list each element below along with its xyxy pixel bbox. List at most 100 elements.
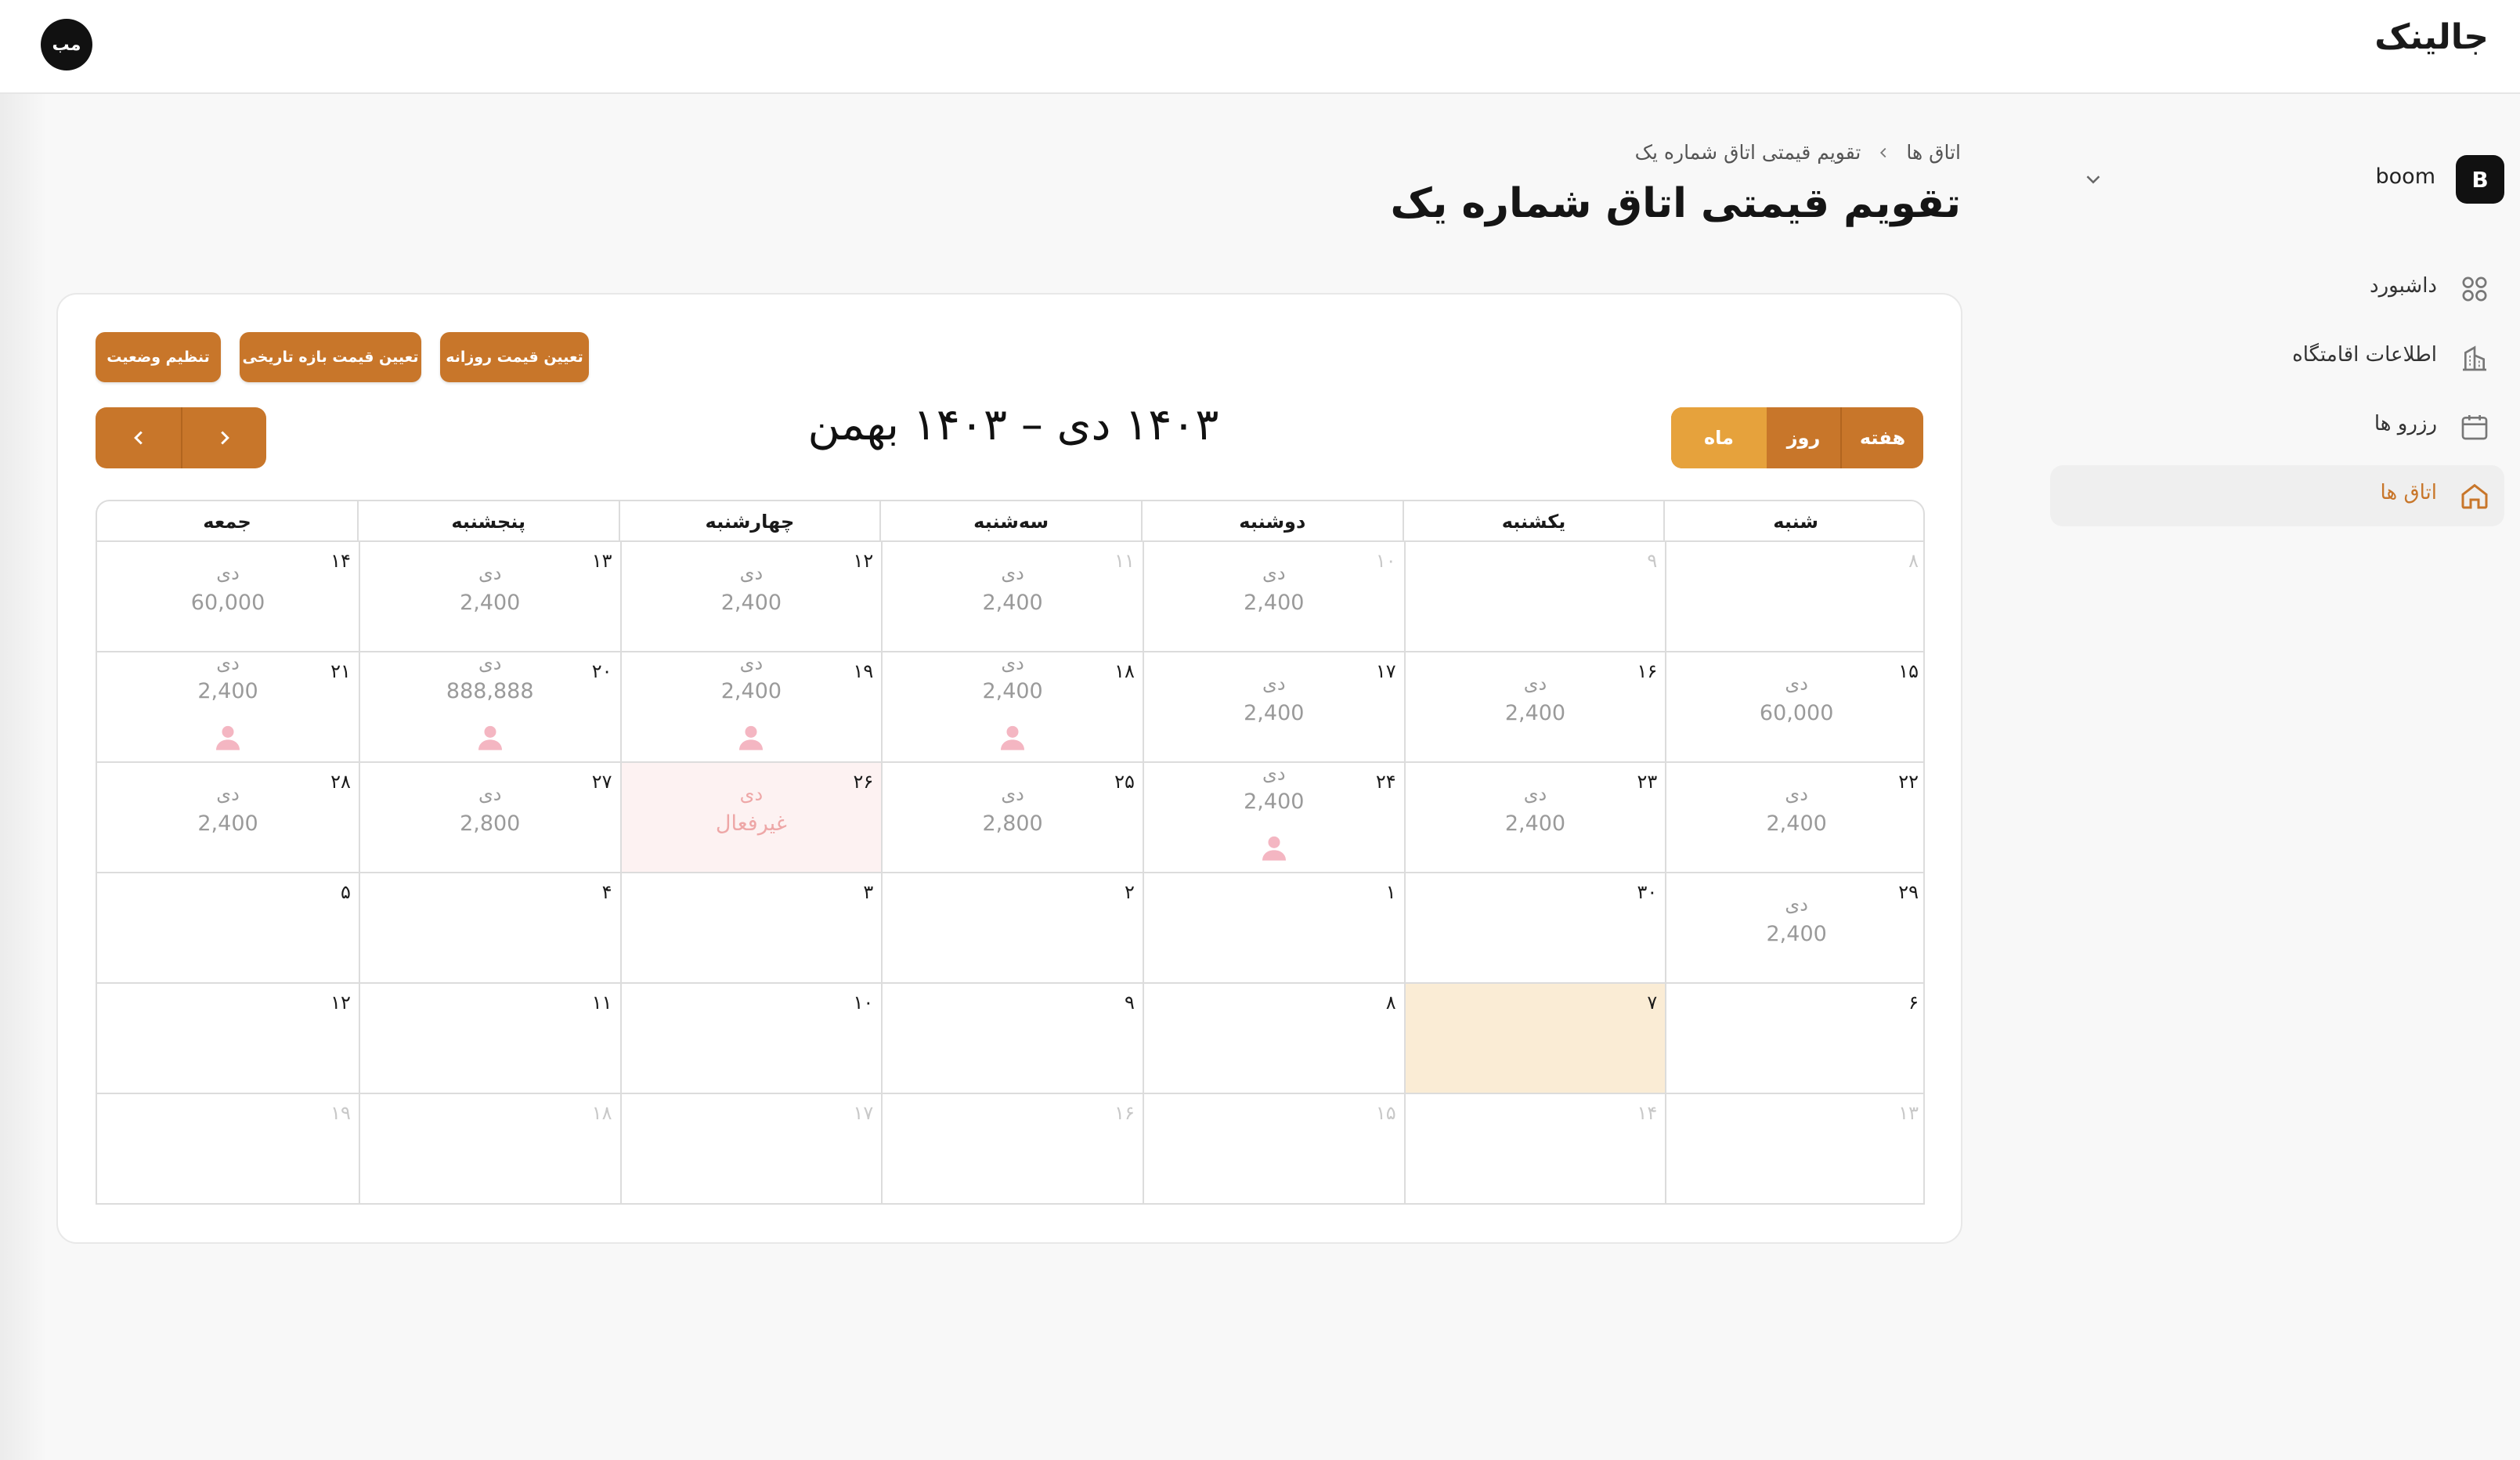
day-number: ۳۰ bbox=[1637, 881, 1658, 903]
sidebar-item-label: اتاق ها bbox=[2380, 481, 2437, 504]
cell-month-label: دی bbox=[478, 562, 502, 584]
calendar-day-cell-today[interactable]: ۷ bbox=[1403, 984, 1666, 1094]
calendar-range-title: ۱۴۰۳ دی – ۱۴۰۳ بهمن bbox=[807, 399, 1219, 450]
day-number: ۲ bbox=[1125, 881, 1135, 903]
calendar-day-cell[interactable]: ۸ bbox=[1665, 542, 1923, 652]
sidebar-item-label: اطلاعات اقامتگاه bbox=[2292, 343, 2437, 367]
chevron-down-icon[interactable] bbox=[2081, 168, 2105, 191]
day-number: ۱۴ bbox=[1637, 1102, 1658, 1124]
cell-month-label: دی bbox=[1262, 763, 1286, 785]
calendar-day-cell[interactable]: ۱۱ دی 2,400 bbox=[881, 542, 1143, 652]
calendar-day-cell[interactable]: ۱۶ دی 2,400 bbox=[1403, 652, 1666, 763]
calendar-day-cell[interactable]: ۲۴ دی 2,400 bbox=[1142, 763, 1404, 873]
day-number: ۸ bbox=[1385, 992, 1396, 1014]
calendar-day-cell[interactable]: ۱۷ دی 2,400 bbox=[1142, 652, 1404, 763]
calendar-day-cell[interactable]: ۱۰ bbox=[619, 984, 882, 1094]
calendar-day-cell[interactable]: ۱۹ دی 2,400 bbox=[619, 652, 882, 763]
cell-month-label: دی bbox=[739, 562, 764, 584]
set-range-price-button[interactable]: تعیین قیمت بازه تاریخی bbox=[240, 332, 421, 382]
calendar-day-cell[interactable]: ۲۹ دی 2,400 bbox=[1665, 873, 1923, 984]
cell-month-label: دی bbox=[739, 783, 764, 805]
cell-month-label: دی bbox=[216, 652, 240, 674]
view-week-button[interactable]: هفته bbox=[1842, 407, 1923, 468]
calendar-day-cell[interactable]: ۱۲ bbox=[97, 984, 359, 1094]
view-day-button[interactable]: روز bbox=[1767, 407, 1842, 468]
calendar-day-cell[interactable]: ۳۰ bbox=[1403, 873, 1666, 984]
cell-month-label: دی bbox=[1785, 783, 1808, 805]
calendar-day-cell[interactable]: ۱۸ دی 2,400 bbox=[881, 652, 1143, 763]
weekday-label: جمعه bbox=[97, 501, 359, 542]
calendar-day-cell[interactable]: ۸ bbox=[1142, 984, 1404, 1094]
calendar-day-cell[interactable]: ۶ bbox=[1665, 984, 1923, 1094]
day-number: ۱۳ bbox=[1898, 1102, 1919, 1124]
calendar-day-cell[interactable]: ۱۵ bbox=[1142, 1094, 1404, 1203]
calendar-day-cell[interactable]: ۲ bbox=[881, 873, 1143, 984]
day-number: ۱۲ bbox=[330, 992, 351, 1014]
calendar-day-cell[interactable]: ۱۱ bbox=[358, 984, 620, 1094]
day-number: ۱۰ bbox=[853, 992, 874, 1014]
guest-icon bbox=[1001, 725, 1025, 750]
weekday-header: شنبه یکشنبه دوشنبه سه‌شنبه چهارشنبه پنجش… bbox=[97, 501, 1923, 542]
cell-status-label: غیرفعال bbox=[715, 811, 787, 836]
calendar-day-cell[interactable]: ۱۰ دی 2,400 bbox=[1142, 542, 1404, 652]
cell-month-label: دی bbox=[1523, 783, 1547, 805]
day-number: ۵ bbox=[340, 881, 351, 903]
calendar-day-cell[interactable]: ۲۲ دی 2,400 bbox=[1665, 763, 1923, 873]
brand-logo[interactable]: جالینک bbox=[2374, 17, 2489, 57]
set-status-button[interactable]: تنظیم وضعیت bbox=[96, 332, 221, 382]
cell-price-label: 2,400 bbox=[720, 591, 782, 615]
cell-price-label: 2,400 bbox=[197, 811, 258, 836]
cell-price-label: 2,400 bbox=[1766, 922, 1827, 946]
calendar-day-cell[interactable]: ۲۳ دی 2,400 bbox=[1403, 763, 1666, 873]
calendar-day-cell[interactable]: ۱۳ bbox=[1665, 1094, 1923, 1203]
weekday-label: یکشنبه bbox=[1404, 501, 1666, 542]
set-daily-price-button[interactable]: تعیین قیمت روزانه bbox=[440, 332, 589, 382]
calendar-day-cell[interactable]: ۱۳ دی 2,400 bbox=[358, 542, 620, 652]
calendar-day-cell[interactable]: ۱۶ bbox=[881, 1094, 1143, 1203]
sidebar-item-property-info[interactable]: اطلاعات اقامتگاه bbox=[2050, 327, 2504, 388]
calendar-day-cell[interactable]: ۴ bbox=[358, 873, 620, 984]
guest-icon bbox=[478, 725, 502, 750]
calendar-days: ۸ ۹ ۱۰ دی 2,400 ۱۱ دی 2,400 ۱۲ دی 2,400 ۱۳ دی 2,400 ۱۴… bbox=[97, 542, 1923, 1203]
sidebar-item-bookings[interactable]: رزرو ها bbox=[2050, 396, 2504, 457]
calendar-day-cell[interactable]: ۹ bbox=[1403, 542, 1666, 652]
breadcrumb-parent[interactable]: اتاق ها bbox=[1906, 141, 1961, 164]
calendar-day-cell[interactable]: ۵ bbox=[97, 873, 359, 984]
calendar-day-cell[interactable]: ۱ bbox=[1142, 873, 1404, 984]
weekday-label: دوشنبه bbox=[1143, 501, 1404, 542]
calendar-day-cell[interactable]: ۱۷ bbox=[619, 1094, 882, 1203]
calendar-card: تنظیم وضعیت تعیین قیمت بازه تاریخی تعیین… bbox=[56, 293, 1962, 1244]
calendar-day-cell[interactable]: ۲۷ دی 2,800 bbox=[358, 763, 620, 873]
cell-price-label: 2,400 bbox=[720, 679, 782, 703]
page-edge-shadow bbox=[0, 94, 47, 1460]
calendar-day-cell[interactable]: ۱۵ دی 60,000 bbox=[1665, 652, 1923, 763]
view-month-button[interactable]: ماه bbox=[1671, 407, 1767, 468]
day-number: ۱ bbox=[1385, 881, 1396, 903]
day-number: ۷ bbox=[1647, 992, 1658, 1014]
calendar-day-cell[interactable]: ۱۲ دی 2,400 bbox=[619, 542, 882, 652]
prev-button[interactable] bbox=[96, 407, 181, 468]
calendar-day-cell[interactable]: ۳ bbox=[619, 873, 882, 984]
sidebar-item-dashboard[interactable]: داشبورد bbox=[2050, 258, 2504, 320]
breadcrumb-current: تقویم قیمتی اتاق شماره یک bbox=[1634, 141, 1861, 164]
calendar-day-cell[interactable]: ۱۸ bbox=[358, 1094, 620, 1203]
calendar-day-cell[interactable]: ۲۰ دی 888,888 bbox=[358, 652, 620, 763]
calendar-day-cell[interactable]: ۲۱ دی 2,400 bbox=[97, 652, 359, 763]
calendar-day-cell[interactable]: ۲۸ دی 2,400 bbox=[97, 763, 359, 873]
cell-month-label: دی bbox=[739, 652, 764, 674]
calendar-day-cell[interactable]: ۱۹ bbox=[97, 1094, 359, 1203]
weekday-label: چهارشنبه bbox=[620, 501, 882, 542]
user-avatar[interactable]: مب bbox=[41, 19, 92, 70]
calendar-day-cell[interactable]: ۲۶ دی غیرفعال bbox=[619, 763, 882, 873]
calendar-day-cell[interactable]: ۱۴ دی 60,000 bbox=[97, 542, 359, 652]
cell-price-label: 2,400 bbox=[1766, 811, 1827, 836]
day-number: ۱۶ bbox=[1114, 1102, 1135, 1124]
cell-month-label: دی bbox=[1785, 894, 1808, 916]
sidebar-item-rooms[interactable]: اتاق ها bbox=[2050, 465, 2504, 526]
calendar-day-cell[interactable]: ۱۴ bbox=[1403, 1094, 1666, 1203]
calendar-day-cell[interactable]: ۹ bbox=[881, 984, 1143, 1094]
cell-price-label: 2,400 bbox=[1244, 701, 1305, 725]
next-button[interactable] bbox=[181, 407, 266, 468]
calendar-day-cell[interactable]: ۲۵ دی 2,800 bbox=[881, 763, 1143, 873]
account-switcher[interactable]: B boom bbox=[2050, 155, 2504, 207]
